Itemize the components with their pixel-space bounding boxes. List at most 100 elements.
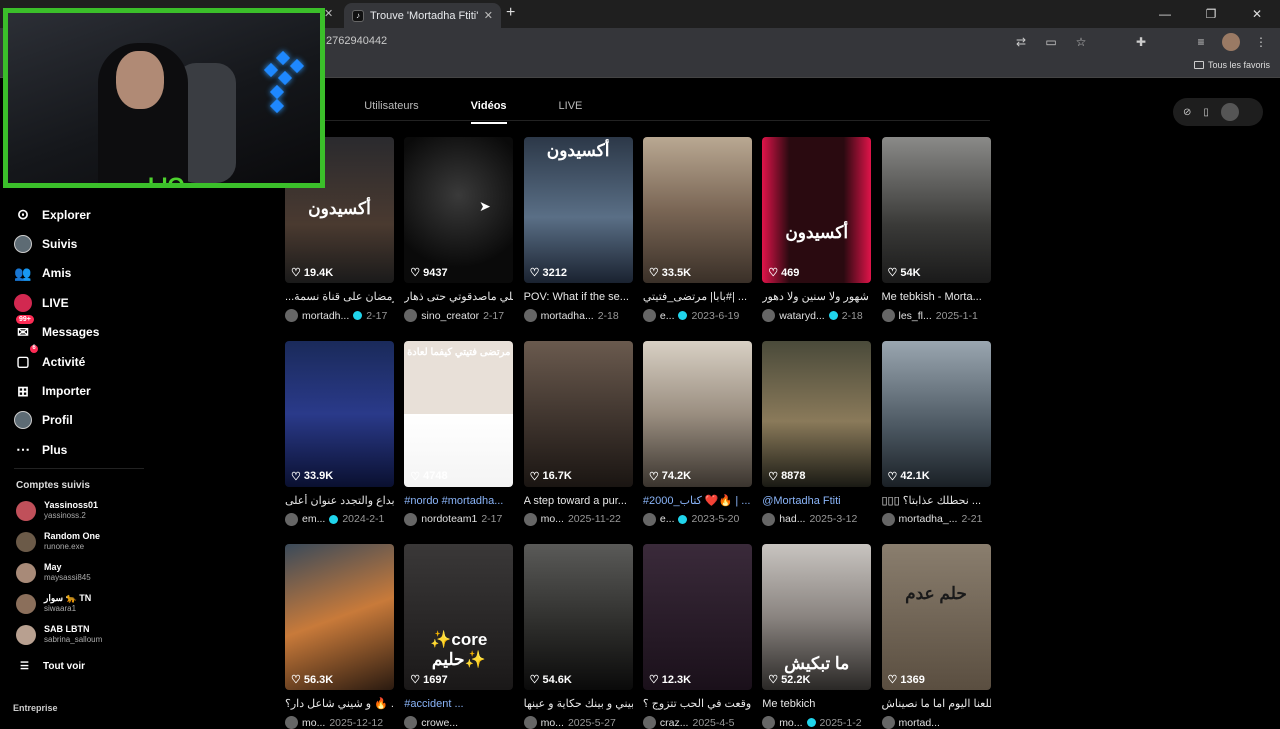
sidebar-item-activité[interactable]: ▢ 6 Activité (14, 344, 164, 376)
followed-account[interactable]: Yassinoss01 yassinoss.2 (16, 500, 156, 521)
video-thumbnail[interactable]: أكسيدون ♡ 469 (762, 137, 872, 283)
author-avatar[interactable] (762, 309, 776, 322)
video-thumbnail[interactable]: ♡ 54K (881, 137, 991, 283)
video-caption[interactable]: A step toward a pur... (524, 494, 633, 508)
video-thumbnail[interactable]: ♡ 9437 (404, 137, 514, 283)
video-caption[interactable]: #accident ... (404, 697, 513, 711)
author-name[interactable]: had... (779, 513, 805, 525)
profile-avatar-icon[interactable] (1222, 33, 1240, 51)
video-caption[interactable]: بابا| مرتضى_فتيتي#| ... (643, 290, 752, 304)
video-caption[interactable]: ▯▯▯ نحطلك عذابتا؟ ... (882, 494, 991, 508)
author-name[interactable]: e... (660, 513, 675, 525)
author-avatar[interactable] (523, 716, 537, 729)
video-card[interactable]: ♡56.3K و شيني شاعل دار؟ 🔥 ... mo... 2025-12… (285, 544, 394, 729)
video-thumbnail[interactable]: ♡ 42.1K (881, 340, 991, 487)
video-thumbnail[interactable]: ما تبكيش ♡ 52.2K (762, 544, 872, 690)
video-thumbnail[interactable]: أكسيدون ♡ 3212 (523, 137, 633, 283)
browser-tab[interactable]: ♪ Trouve 'Mortadha Ftiti' sur TikT ✕ (344, 3, 501, 28)
author-name[interactable]: wataryd... (779, 310, 825, 322)
sidebar-item-explorer[interactable]: ⊙ Explorer (14, 200, 164, 229)
author-name[interactable]: mortadha... (541, 310, 594, 322)
video-card[interactable]: ♡12.3K إذا وقعت في الحب تتزوج ؟... craz...… (642, 544, 752, 729)
author-avatar[interactable] (881, 309, 895, 322)
sidebar-item-importer[interactable]: ⊞ Importer (14, 376, 164, 405)
video-card[interactable]: أكسيدون ♡469 لا شهور ولا سنين ولا دهور... w… (762, 137, 872, 322)
author-name[interactable]: les_fl... (899, 310, 932, 322)
author-avatar[interactable] (404, 309, 418, 322)
author-name[interactable]: mo... (302, 717, 325, 729)
video-caption[interactable]: Me tebkich (762, 697, 871, 711)
video-thumbnail[interactable]: ♡ 8878 (762, 340, 872, 487)
video-card[interactable]: ما تبكيش ♡ 52.2K Me tebkich mo... 2025-1-2 (762, 544, 872, 729)
video-caption[interactable]: بيني و بينك حكاية و عينها... (524, 697, 633, 711)
author-name[interactable]: mo... (541, 513, 564, 525)
translate-icon[interactable]: ⇄ (1012, 33, 1030, 51)
video-thumbnail[interactable]: مرتضى فتيتي كيفما لعادة ♡ 4748 (404, 340, 514, 487)
video-card[interactable]: ♡ 42.1K ▯▯▯ نحطلك عذابتا؟ ... mortadha_... 2… (881, 340, 991, 526)
profile-avatar[interactable] (1220, 103, 1239, 121)
sidebar-item-messages[interactable]: ✉ 99+ Messages (14, 314, 164, 347)
author-avatar[interactable] (881, 512, 895, 526)
author-avatar[interactable] (285, 309, 298, 322)
sidebar-item-suivis[interactable]: Suivis (14, 229, 164, 258)
followed-account[interactable]: سوار 🐆 TN siwaara1 (16, 593, 156, 614)
device-icon[interactable]: ▯ (1203, 107, 1209, 118)
sidebar-item-amis[interactable]: 👥 Amis (14, 259, 164, 288)
author-avatar[interactable] (762, 716, 776, 729)
author-avatar[interactable] (642, 716, 656, 729)
see-all-link[interactable]: ☰ Tout voir (20, 661, 85, 672)
video-card[interactable]: ♡ 16.7K A step toward a pur... mo... 2025-11… (523, 340, 633, 526)
video-thumbnail[interactable]: ✨core حليم✨ ♡ 1697 (404, 544, 514, 690)
author-name[interactable]: mortadh... (302, 310, 349, 322)
video-card[interactable]: حلم عدم ♡1369 تطلعنا اليوم اما ما نصيناش .… (881, 544, 991, 729)
close-window-icon[interactable]: ✕ (1234, 0, 1280, 28)
video-card[interactable]: ♡9437 ڤي ظلي ماصدقوتي حتى ذهار... sino_cre… (404, 137, 514, 322)
author-name[interactable]: craz... (660, 717, 689, 729)
author-avatar[interactable] (642, 309, 656, 322)
author-name[interactable]: nordoteam1 (421, 513, 477, 525)
video-thumbnail[interactable]: حلم عدم ♡ 1369 (881, 544, 991, 690)
video-caption[interactable]: ڤي ظلي ماصدقوتي حتى ذهار... (404, 290, 513, 304)
author-name[interactable]: crowe... (421, 717, 458, 729)
author-name[interactable]: e... (660, 310, 675, 322)
star-icon[interactable]: ☆ (1072, 33, 1090, 51)
author-avatar[interactable] (404, 512, 418, 526)
video-card[interactable]: ♡54.6K بيني و بينك حكاية و عينها... mo...2… (523, 544, 633, 729)
cast-icon[interactable]: ▭ (1042, 33, 1060, 51)
video-caption[interactable]: إذا وقعت في الحب تتزوج ؟... (643, 697, 752, 711)
author-avatar[interactable] (404, 716, 418, 729)
video-thumbnail[interactable]: ♡ 74.2K (642, 340, 752, 487)
video-caption[interactable]: الإبداع والتجدد عنوان أعلى... (285, 494, 394, 508)
video-caption[interactable]: Me tebkish - Morta... (882, 290, 991, 304)
video-thumbnail[interactable]: ♡ 54.6K (523, 544, 633, 690)
author-name[interactable]: mortad... (899, 717, 940, 729)
followed-account[interactable]: Random One runone.exe (16, 531, 156, 552)
sidebar-item-profil[interactable]: Profil (14, 406, 164, 435)
video-caption[interactable]: لا شهور ولا سنين ولا دهور... (762, 290, 871, 304)
minimize-icon[interactable]: — (1142, 0, 1188, 28)
sidebar-item-plus[interactable]: ⋯ Plus (14, 435, 164, 464)
video-caption[interactable]: ...أسامل رمضان على قناة نسمة (285, 290, 394, 304)
author-avatar[interactable] (285, 716, 298, 729)
author-name[interactable]: mo... (779, 717, 802, 729)
video-card[interactable]: أكسيدون ♡ 3212 POV: What if the se... mortad… (523, 137, 633, 322)
author-avatar[interactable] (881, 716, 895, 729)
author-avatar[interactable] (762, 512, 776, 526)
video-card[interactable]: ♡ 8878 @Mortadha Ftiti had... 2025-3-12 (762, 340, 872, 526)
author-avatar[interactable] (285, 512, 298, 526)
sidebar-item-live[interactable]: LIVE (14, 288, 164, 317)
menu-icon[interactable]: ⋮ (1252, 33, 1270, 51)
video-caption[interactable]: @Mortadha Ftiti (762, 494, 871, 508)
video-caption[interactable]: تطلعنا اليوم اما ما نصيناش ... (882, 697, 991, 711)
video-card[interactable]: ♡ 54K Me tebkish - Morta... les_fl... 2025-1… (881, 137, 991, 322)
footer-entreprise[interactable]: Entreprise (13, 703, 58, 713)
media-icon[interactable]: ≡ (1192, 33, 1210, 51)
video-thumbnail[interactable]: ♡ 12.3K (642, 544, 752, 690)
author-name[interactable]: mo... (541, 717, 564, 729)
author-avatar[interactable] (523, 512, 537, 526)
video-card[interactable]: ♡ 74.2K #2000_كتاب ❤️🔥 | ... e... 2023-5-20 (642, 340, 752, 526)
close-tab-icon[interactable]: ✕ (484, 9, 493, 22)
video-card[interactable]: مرتضى فتيتي كيفما لعادة ♡ 4748 #nordo #mort… (404, 340, 514, 526)
video-thumbnail[interactable]: ♡ 56.3K (285, 544, 394, 690)
video-card[interactable]: ♡33.9K الإبداع والتجدد عنوان أعلى... em...… (285, 340, 394, 526)
